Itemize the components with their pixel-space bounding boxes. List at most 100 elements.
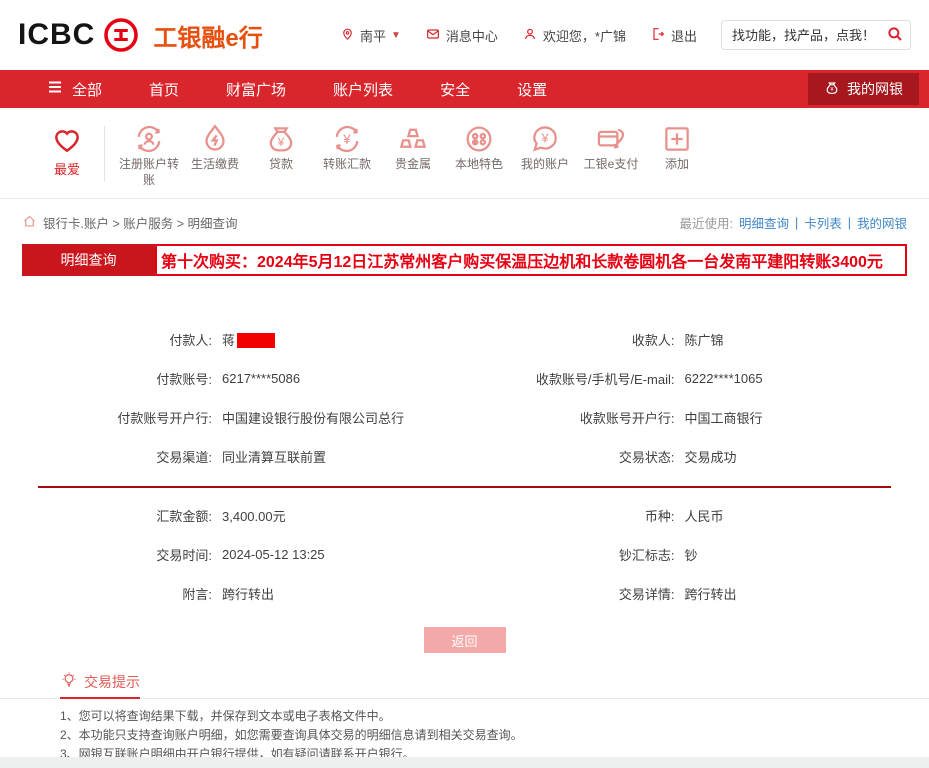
location-pin-icon (340, 26, 355, 44)
toolbar-item-add[interactable]: 添加 (647, 120, 707, 172)
tips-header: 交易提示 (0, 667, 929, 699)
loan-icon: ¥ (251, 120, 311, 156)
back-button[interactable]: 返回 (424, 627, 506, 653)
nav-item-all[interactable]: 全部 (46, 78, 102, 100)
nav-item-security[interactable]: 安全 (440, 79, 470, 100)
toolbar-item-label: 添加 (665, 157, 689, 171)
favorites-item[interactable]: 最爱 (38, 120, 96, 178)
nav-item-label: 账户列表 (333, 79, 393, 100)
section-divider (38, 486, 891, 488)
welcome-user[interactable]: 欢迎您，*广锦 (522, 26, 626, 45)
toolbar-item-label: 贷款 (269, 157, 293, 171)
field-label: 付款账号开户行: (0, 408, 212, 427)
memo-value: 跨行转出 (222, 584, 274, 603)
heart-icon (38, 120, 96, 156)
person-icon (522, 26, 538, 45)
payee-bank-value: 中国工商银行 (685, 408, 763, 427)
page: ICBC 工银融e行 南平 ▼ 消息中心 (0, 0, 929, 757)
nav-item-label: 全部 (72, 79, 102, 100)
tip-item: 1、您可以将查询结果下载，并保存到文本或电子表格文件中。 (60, 707, 909, 726)
toolbar-item-e-payment[interactable]: 工银e支付 (581, 120, 641, 172)
toolbar-item-label: 我的账户 (521, 157, 569, 171)
tip-item: 3、网银互联账户明细由开户银行提供，如有疑问请联系开户银行。 (60, 745, 909, 757)
transaction-headline: 第十次购买：2024年5月12日江苏常州客户购买保温压边机和长款卷圆机各一台发南… (155, 244, 907, 276)
favorites-label: 最爱 (38, 159, 96, 178)
field-label: 汇款金额: (0, 506, 212, 525)
transaction-details: 付款人: 蒋 收款人: 陈广锦 付款账号: 6217****5086 收款账号/… (0, 276, 929, 653)
icbc-emblem-icon (103, 17, 139, 53)
precious-metal-icon (383, 120, 443, 156)
logout-link[interactable]: 退出 (650, 26, 697, 45)
search-box (721, 20, 911, 50)
search-input[interactable] (721, 20, 911, 50)
breadcrumb-path: 银行卡.账户 > 账户服务 > 明细查询 (43, 213, 237, 232)
add-icon (647, 120, 707, 156)
toolbar-item-register-transfer[interactable]: 注册账户转账 (119, 120, 179, 188)
toolbar-item-life-payment[interactable]: 生活缴费 (185, 120, 245, 172)
toolbar-item-loan[interactable]: ¥ 贷款 (251, 120, 311, 172)
nav-item-settings[interactable]: 设置 (517, 79, 547, 100)
my-ebank-button[interactable]: ¥ 我的网银 (808, 73, 919, 105)
field-label: 交易状态: (465, 447, 675, 466)
nav-item-account-list[interactable]: 账户列表 (333, 79, 393, 100)
search-icon[interactable] (886, 25, 904, 46)
nav-item-label: 安全 (440, 79, 470, 100)
toolbar-item-label: 注册账户转账 (119, 157, 179, 187)
recent-link-detail-query[interactable]: 明细查询 (739, 213, 789, 232)
local-feature-icon (449, 120, 509, 156)
message-center-link[interactable]: 消息中心 (425, 26, 498, 45)
hamburger-icon (46, 78, 64, 100)
toolbar-item-label: 生活缴费 (191, 157, 239, 171)
svg-text:¥: ¥ (831, 87, 834, 93)
status-value: 交易成功 (685, 447, 737, 466)
toolbar-item-transfer-remit[interactable]: ¥ 转账汇款 (317, 120, 377, 172)
payee-account-value: 6222****1065 (685, 371, 763, 386)
field-label: 交易时间: (0, 545, 212, 564)
tab-detail-query[interactable]: 明细查询 (22, 244, 155, 276)
tips-title: 交易提示 (60, 671, 140, 699)
logout-label: 退出 (671, 26, 697, 45)
field-label: 收款人: (465, 330, 675, 349)
breadcrumb[interactable]: 银行卡.账户 > 账户服务 > 明细查询 (22, 213, 237, 232)
e-payment-icon (581, 120, 641, 156)
time-value: 2024-05-12 13:25 (222, 547, 325, 562)
my-account-icon: ¥ (515, 120, 575, 156)
register-transfer-icon (119, 120, 179, 156)
transfer-remit-icon: ¥ (317, 120, 377, 156)
nav-item-wealth-plaza[interactable]: 财富广场 (226, 79, 286, 100)
payer-name-value: 蒋 (222, 330, 275, 349)
brand-text: 工银融e行 (153, 18, 262, 53)
top-header: ICBC 工银融e行 南平 ▼ 消息中心 (0, 0, 929, 70)
life-payment-icon (185, 120, 245, 156)
toolbar-item-label: 本地特色 (455, 157, 503, 171)
field-label: 付款账号: (0, 369, 212, 388)
detail-row-payer-payee: 付款人: 蒋 收款人: 陈广锦 (0, 320, 929, 359)
chevron-down-icon: ▼ (391, 30, 401, 41)
title-row: 明细查询 第十次购买：2024年5月12日江苏常州客户购买保温压边机和长款卷圆机… (22, 244, 907, 276)
nav-item-home[interactable]: 首页 (149, 79, 179, 100)
lightbulb-icon (60, 671, 78, 692)
recent-used: 最近使用: 明细查询 | 卡列表 | 我的网银 (679, 213, 907, 232)
main-nav: 全部 首页 财富广场 账户列表 安全 设置 ¥ 我的网银 (0, 70, 929, 108)
amount-value: 3,400.00元 (222, 506, 286, 525)
icbc-logo-text: ICBC (18, 18, 95, 52)
detail-row-time-cashflag: 交易时间: 2024-05-12 13:25 钞汇标志: 钞 (0, 535, 929, 574)
recent-link-card-list[interactable]: 卡列表 (804, 213, 842, 232)
field-label: 付款人: (0, 330, 212, 349)
location-selector[interactable]: 南平 ▼ (340, 26, 401, 45)
toolbar-item-local-feature[interactable]: 本地特色 (449, 120, 509, 172)
recent-link-my-ebank[interactable]: 我的网银 (857, 213, 907, 232)
location-label: 南平 (360, 26, 386, 45)
message-center-label: 消息中心 (446, 26, 498, 45)
my-ebank-label: 我的网银 (847, 79, 903, 99)
toolbar-item-precious-metal[interactable]: 贵金属 (383, 120, 443, 172)
transaction-detail-value: 跨行转出 (685, 584, 737, 603)
currency-value: 人民币 (685, 506, 724, 525)
toolbar-item-my-account[interactable]: ¥ 我的账户 (515, 120, 575, 172)
channel-value: 同业清算互联前置 (222, 447, 326, 466)
svg-text:¥: ¥ (277, 135, 285, 149)
logo-area: ICBC 工银融e行 (18, 17, 263, 53)
toolbar-item-label: 贵金属 (395, 157, 431, 171)
detail-row-amount-currency: 汇款金额: 3,400.00元 币种: 人民币 (0, 496, 929, 535)
recent-separator: | (795, 216, 798, 230)
